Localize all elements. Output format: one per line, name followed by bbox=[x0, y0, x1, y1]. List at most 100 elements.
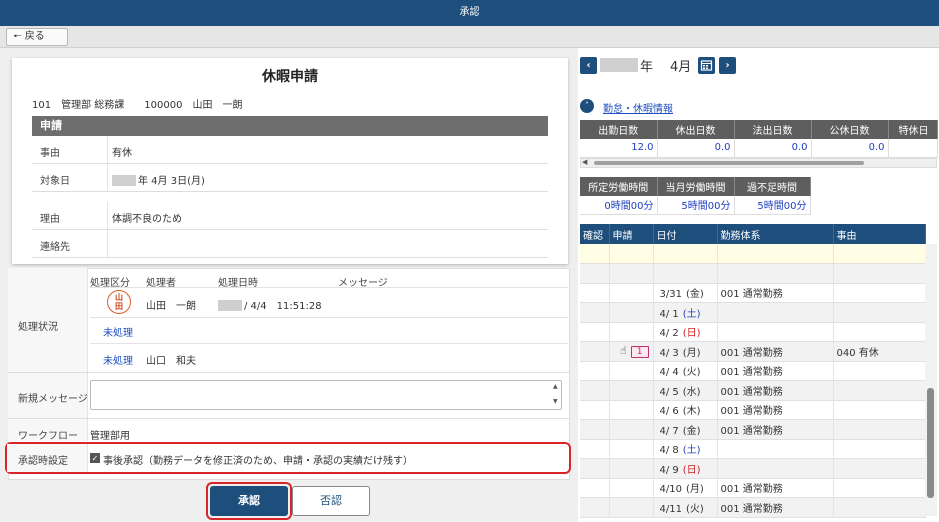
cause-value: 体調不良のため bbox=[112, 214, 182, 225]
apply-cell[interactable] bbox=[609, 439, 654, 459]
calendar-row[interactable]: 4/ 9 (日) bbox=[580, 458, 926, 479]
calendar-row[interactable]: 4/ 2 (日) bbox=[580, 322, 926, 342]
calendar-row[interactable]: 4/ 7 (金) 001 通常勤務 bbox=[580, 419, 926, 440]
scroll-left-icon[interactable]: ◀ bbox=[582, 158, 587, 166]
apply-cell[interactable] bbox=[609, 478, 654, 498]
weekday-text: (火) bbox=[685, 503, 704, 515]
weekday-text: (土) bbox=[682, 445, 701, 457]
col-header-confirm: 確認 bbox=[580, 224, 610, 244]
date-cell: 4/ 6 (木) bbox=[653, 400, 718, 420]
window-title: 承認 bbox=[0, 0, 939, 26]
workflow-value: 管理部用 bbox=[90, 431, 130, 442]
arrow-left-icon: 🠔 bbox=[13, 31, 22, 42]
hours-value: 0時間00分 bbox=[580, 196, 658, 215]
calendar-icon[interactable] bbox=[698, 57, 715, 74]
confirm-cell[interactable] bbox=[580, 283, 610, 303]
row1-datetime: / 4/4 11:51:28 bbox=[218, 297, 322, 312]
date-text: 4/ 8 bbox=[659, 445, 679, 457]
shift-cell: 001 通常勤務 bbox=[717, 419, 834, 440]
hand-pointer-icon[interactable]: ☝ bbox=[620, 344, 627, 357]
reason-cell bbox=[833, 244, 926, 264]
horizontal-scroll-thumb[interactable] bbox=[594, 161, 864, 165]
reason-cell bbox=[833, 458, 926, 479]
apply-cell[interactable] bbox=[609, 380, 654, 401]
date-cell bbox=[653, 244, 718, 264]
prev-month-button[interactable]: ‹ bbox=[580, 57, 597, 74]
apply-cell[interactable] bbox=[609, 458, 654, 479]
calendar-row[interactable]: 4/ 6 (木) 001 通常勤務 bbox=[580, 400, 926, 420]
apply-cell[interactable] bbox=[609, 244, 654, 264]
weekday-text: (月) bbox=[682, 347, 701, 359]
row3-processor: 山口 和夫 bbox=[146, 356, 196, 367]
calendar-row[interactable]: 4/ 4 (火) 001 通常勤務 bbox=[580, 361, 926, 381]
reason-cell bbox=[833, 322, 926, 342]
confirm-cell[interactable] bbox=[580, 400, 610, 420]
col-header-date: 日付 bbox=[653, 224, 718, 244]
calendar-row[interactable] bbox=[580, 244, 926, 264]
apply-cell[interactable] bbox=[609, 400, 654, 420]
date-text: 4/ 3 bbox=[659, 347, 679, 359]
date-cell: 4/ 3 (月) bbox=[653, 341, 718, 362]
confirm-cell[interactable] bbox=[580, 302, 610, 323]
apply-cell[interactable] bbox=[609, 497, 654, 518]
calendar-row[interactable]: 4/ 5 (水) 001 通常勤務 bbox=[580, 380, 926, 401]
calendar-row[interactable] bbox=[580, 263, 926, 284]
confirm-cell[interactable] bbox=[580, 380, 610, 401]
target-date-row: 対象日 年 4月 3日(月) bbox=[32, 164, 548, 192]
confirm-cell[interactable] bbox=[580, 361, 610, 381]
shift-cell: 001 通常勤務 bbox=[717, 478, 834, 498]
processing-status-label: 処理状況 bbox=[18, 322, 58, 333]
vertical-scroll-thumb[interactable] bbox=[927, 388, 934, 498]
row1-processor: 山田 一朗 bbox=[146, 301, 196, 312]
calendar-row[interactable]: 4/10 (月) 001 通常勤務 bbox=[580, 478, 926, 498]
weekday-text: (木) bbox=[682, 406, 701, 418]
post-approval-checkbox[interactable]: ✓ bbox=[90, 453, 100, 463]
back-button[interactable]: 🠔 戻る bbox=[6, 28, 68, 46]
date-cell: 4/11 (火) bbox=[653, 497, 718, 518]
date-cell: 3/31 (金) bbox=[653, 283, 718, 303]
calendar-row[interactable]: 4/ 8 (土) bbox=[580, 439, 926, 459]
collapse-toggle-icon[interactable]: ˄ bbox=[580, 99, 594, 113]
row2-type: 未処理 bbox=[103, 328, 133, 339]
date-text: 4/ 7 bbox=[659, 425, 679, 437]
reason-cell: 040 有休 bbox=[833, 341, 926, 362]
confirm-cell[interactable] bbox=[580, 497, 610, 518]
calendar-row[interactable]: ☝ 1 4/ 3 (月) 001 通常勤務 040 有休 bbox=[580, 341, 926, 362]
confirm-cell[interactable] bbox=[580, 439, 610, 459]
apply-cell[interactable] bbox=[609, 263, 654, 284]
date-text: 4/ 2 bbox=[659, 328, 679, 340]
toolbar: 🠔 戻る bbox=[0, 26, 939, 48]
weekday-text: (日) bbox=[682, 328, 701, 340]
confirm-cell[interactable] bbox=[580, 341, 610, 362]
confirm-cell[interactable] bbox=[580, 458, 610, 479]
apply-cell[interactable] bbox=[609, 302, 654, 323]
shift-cell bbox=[717, 439, 834, 459]
confirm-cell[interactable] bbox=[580, 244, 610, 264]
next-month-button[interactable]: › bbox=[719, 57, 736, 74]
confirm-cell[interactable] bbox=[580, 263, 610, 284]
apply-cell[interactable] bbox=[609, 419, 654, 440]
date-cell: 4/ 4 (火) bbox=[653, 361, 718, 381]
calendar-row[interactable]: 4/11 (火) 001 通常勤務 bbox=[580, 497, 926, 518]
calendar-row[interactable]: 3/31 (金) 001 通常勤務 bbox=[580, 283, 926, 303]
attendance-info-link[interactable]: 勤怠・休暇情報 bbox=[603, 100, 673, 115]
calendar-row[interactable]: 4/ 1 (土) bbox=[580, 302, 926, 323]
shift-cell: 001 通常勤務 bbox=[717, 497, 834, 518]
apply-cell[interactable] bbox=[609, 283, 654, 303]
summary-header: 休出日数 bbox=[657, 120, 735, 139]
weekday-text: (火) bbox=[682, 367, 701, 379]
date-text: 3/31 bbox=[659, 289, 682, 301]
new-message-input[interactable] bbox=[90, 380, 562, 410]
calendar-table: 確認 申請 日付 勤務体系 事由 3/31 (金) 001 通常勤務 4/ 1 (土) 4… bbox=[580, 224, 926, 518]
apply-cell[interactable]: ☝ 1 bbox=[609, 341, 654, 362]
confirm-cell[interactable] bbox=[580, 478, 610, 498]
application-badge[interactable]: 1 bbox=[630, 346, 649, 359]
reject-button[interactable]: 否認 bbox=[292, 486, 370, 516]
reason-cell bbox=[833, 361, 926, 381]
apply-cell[interactable] bbox=[609, 322, 654, 342]
back-button-label: 戻る bbox=[24, 31, 45, 42]
confirm-cell[interactable] bbox=[580, 419, 610, 440]
apply-cell[interactable] bbox=[609, 361, 654, 381]
confirm-cell[interactable] bbox=[580, 322, 610, 342]
approve-button[interactable]: 承認 bbox=[210, 486, 288, 516]
